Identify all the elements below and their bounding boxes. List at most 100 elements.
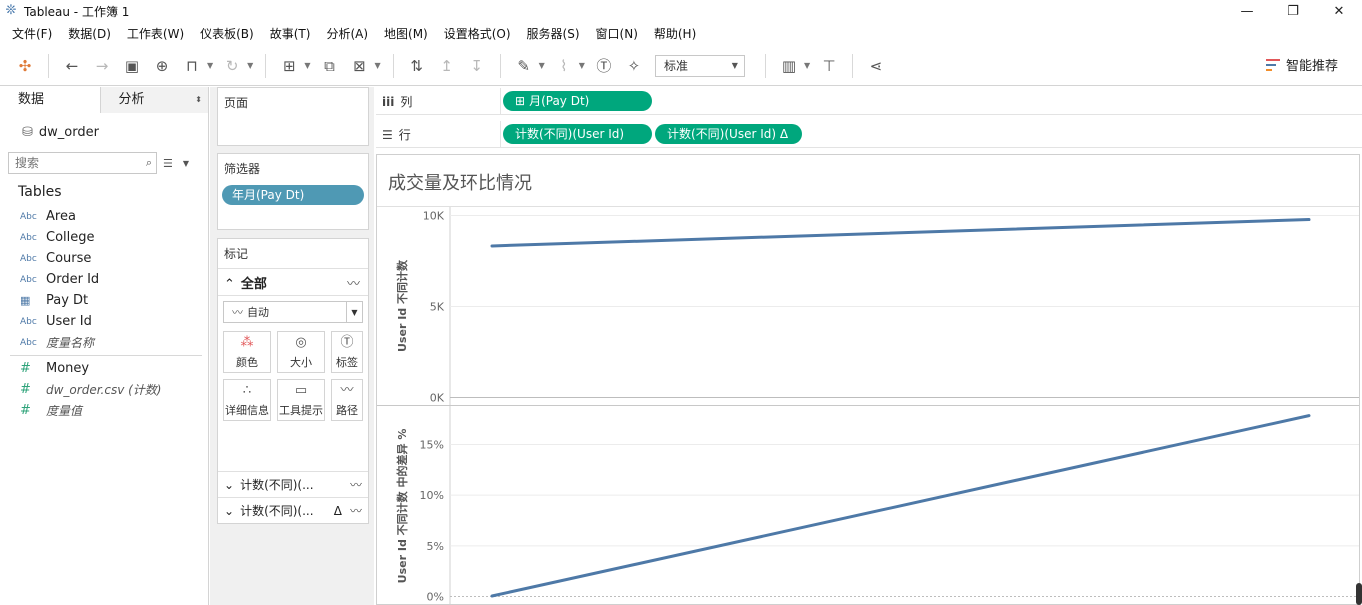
tableau-logo-icon: ❊: [5, 3, 17, 18]
smart-recommend-button[interactable]: 智能推荐: [1265, 55, 1338, 74]
columns-shelf-label: iii 列: [376, 88, 501, 115]
tables-heading: Tables: [18, 184, 62, 200]
show-labels-icon[interactable]: Ⓣ: [592, 54, 616, 78]
size-button[interactable]: ◎ 大小: [277, 331, 325, 373]
field-area[interactable]: Abc Area: [0, 206, 208, 227]
new-worksheet-caret-icon[interactable]: ▼: [304, 61, 310, 70]
y-axis-title: User Id 不同计数 中的差异 %: [395, 429, 409, 584]
detail-label: 详细信息: [225, 403, 269, 417]
tab-data[interactable]: 数据: [0, 87, 100, 113]
restore-button[interactable]: ❐: [1270, 0, 1316, 22]
fix-axes-pin-icon[interactable]: ✧: [622, 54, 646, 78]
measure-label: ⌄ 计数(不同)(...: [224, 502, 314, 519]
sort-descending-icon[interactable]: ↧: [465, 54, 489, 78]
menu-window[interactable]: 窗口(N): [588, 23, 646, 45]
pages-card[interactable]: 页面: [217, 87, 369, 146]
expand-plus-icon: ⊞: [515, 94, 526, 108]
clear-caret-icon[interactable]: ▼: [374, 61, 380, 70]
path-button[interactable]: 〰 路径: [331, 379, 363, 421]
menu-help[interactable]: 帮助(H): [646, 23, 704, 45]
data-pane-menu-caret-icon[interactable]: ▼: [183, 159, 189, 168]
filter-pill-year-month[interactable]: 年月(Pay Dt): [222, 185, 364, 205]
menu-file[interactable]: 文件(F): [4, 23, 60, 45]
menu-map[interactable]: 地图(M): [376, 23, 436, 45]
menu-format[interactable]: 设置格式(O): [436, 23, 519, 45]
search-icon[interactable]: ⌕: [146, 156, 152, 170]
group-caret-icon[interactable]: ▼: [579, 61, 585, 70]
new-worksheet-icon[interactable]: ⊞: [277, 54, 301, 78]
search-input[interactable]: [15, 156, 125, 170]
columns-shelf[interactable]: iii 列 ⊞ 月(Pay Dt): [376, 88, 1362, 115]
menu-story[interactable]: 故事(T): [262, 23, 319, 45]
rows-icon: ☰: [382, 127, 393, 142]
share-icon[interactable]: ⋖: [864, 54, 888, 78]
clear-sheet-icon[interactable]: ⊠: [347, 54, 371, 78]
group-paperclip-icon[interactable]: ⌇: [552, 54, 576, 78]
y-tick-label: 10%: [420, 489, 444, 502]
menu-worksheet[interactable]: 工作表(W): [119, 23, 192, 45]
window-title: Tableau - 工作簿 1: [24, 4, 130, 19]
cards-pane: 页面 筛选器 年月(Pay Dt) 标记 ⌃ 全部 〰 〰自动 ▼ ⁂ 颜色 ◎ …: [210, 87, 374, 605]
field-money[interactable]: # Money: [0, 358, 208, 379]
search-row: ⌕ ☰ ▼: [0, 152, 208, 174]
field-pay-dt[interactable]: ▦ Pay Dt: [0, 290, 208, 311]
mark-type-select[interactable]: 〰自动 ▼: [223, 301, 363, 323]
field-measure-names[interactable]: Abc 度量名称: [0, 332, 208, 353]
field-college[interactable]: Abc College: [0, 227, 208, 248]
show-cards-icon[interactable]: ▥: [777, 54, 801, 78]
refresh-icon[interactable]: ↻: [220, 54, 244, 78]
list-view-icon[interactable]: ☰: [163, 157, 173, 170]
save-icon[interactable]: ▣: [120, 54, 144, 78]
rows-shelf[interactable]: ☰ 行 计数(不同)(User Id) 计数(不同)(User Id) Δ: [376, 121, 1362, 148]
tableau-home-icon[interactable]: ✣: [13, 54, 37, 78]
label-button[interactable]: Ⓣ 标签: [331, 331, 363, 373]
chart-area[interactable]: 0K 5K 10K User Id 不同计数 0% 5% 10% 15% User Id 不同计…: [377, 155, 1360, 605]
marks-measure-row-2[interactable]: ⌄ 计数(不同)(... Δ 〰: [218, 497, 368, 523]
detail-button[interactable]: ∴ 详细信息: [223, 379, 271, 421]
toolbar: ✣ ← → ▣ ⊕ ⊓ ▼ ↻ ▼ ⊞ ▼ ⧉ ⊠ ▼ ⇅ ↥ ↧ ✎ ▼ ⌇ …: [0, 46, 1362, 86]
field-user-id[interactable]: Abc User Id: [0, 311, 208, 332]
marks-all-header[interactable]: ⌃ 全部 〰: [218, 268, 368, 296]
duplicate-sheet-icon[interactable]: ⧉: [317, 54, 341, 78]
row-pill-distinct-user-diff[interactable]: 计数(不同)(User Id) Δ: [655, 124, 802, 144]
refresh-caret-icon[interactable]: ▼: [247, 61, 253, 70]
pause-caret-icon[interactable]: ▼: [207, 61, 213, 70]
chevron-up-icon: ⌃: [224, 276, 235, 292]
field-measure-values[interactable]: # 度量值: [0, 400, 208, 421]
show-cards-caret-icon[interactable]: ▼: [804, 61, 810, 70]
filters-card[interactable]: 筛选器 年月(Pay Dt): [217, 153, 369, 230]
field-course[interactable]: Abc Course: [0, 248, 208, 269]
row-pill-distinct-user-count[interactable]: 计数(不同)(User Id): [503, 124, 652, 144]
tab-analysis[interactable]: 分析 ⬍: [99, 87, 208, 113]
highlight-caret-icon[interactable]: ▼: [539, 61, 545, 70]
datasource-item[interactable]: ⛁ dw_order: [0, 113, 208, 143]
worksheet-view: 成交量及环比情况 0K 5K 10K User Id 不同计数 0% 5% 10% 15% Us…: [376, 154, 1360, 605]
field-name: Pay Dt: [46, 293, 89, 308]
fit-select[interactable]: 标准 ▼: [654, 54, 745, 77]
color-button[interactable]: ⁂ 颜色: [223, 331, 271, 373]
menu-data[interactable]: 数据(D): [60, 23, 119, 45]
menu-dashboard[interactable]: 仪表板(B): [192, 23, 262, 45]
toolbar-separator: [764, 53, 766, 78]
menu-server[interactable]: 服务器(S): [519, 23, 588, 45]
mark-buttons-grid: ⁂ 颜色 ◎ 大小 Ⓣ 标签 ∴ 详细信息 ▭ 工具提示 〰 路径: [223, 331, 368, 421]
highlight-icon[interactable]: ✎: [512, 54, 536, 78]
column-pill-month[interactable]: ⊞ 月(Pay Dt): [503, 91, 652, 111]
marks-measure-row-1[interactable]: ⌄ 计数(不同)(... 〰: [218, 471, 368, 497]
field-order-id[interactable]: Abc Order Id: [0, 269, 208, 290]
minimize-button[interactable]: —: [1224, 0, 1270, 22]
swap-rows-columns-icon[interactable]: ⇅: [405, 54, 429, 78]
close-button[interactable]: ✕: [1316, 0, 1362, 22]
forward-arrow-icon[interactable]: →: [90, 54, 114, 78]
field-record-count[interactable]: # dw_order.csv (计数): [0, 379, 208, 400]
vertical-scrollbar[interactable]: [1356, 583, 1362, 605]
pause-updates-icon[interactable]: ⊓: [180, 54, 204, 78]
sort-ascending-icon[interactable]: ↥: [435, 54, 459, 78]
menu-analysis[interactable]: 分析(A): [318, 23, 376, 45]
back-arrow-icon[interactable]: ←: [60, 54, 84, 78]
tooltip-button[interactable]: ▭ 工具提示: [277, 379, 325, 421]
new-datasource-icon[interactable]: ⊕: [150, 54, 174, 78]
field-name: Money: [46, 361, 90, 376]
presentation-mode-icon[interactable]: ⊤: [817, 54, 841, 78]
tab-analysis-label: 分析: [118, 92, 145, 107]
